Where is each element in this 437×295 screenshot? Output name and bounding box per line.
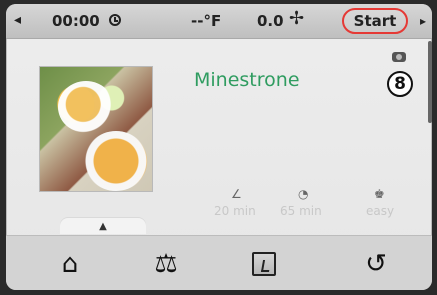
bottom-navigation-bar: ⌂ ⚖ ↺	[6, 235, 432, 290]
total-time-text: 65 min	[280, 204, 322, 218]
fan-icon: ✢	[289, 8, 305, 29]
clock-icon	[109, 14, 121, 26]
chef-hat-icon: ♚	[374, 187, 385, 201]
home-icon: ⌂	[61, 249, 79, 279]
recipe-image	[39, 66, 153, 192]
prep-time-text: 20 min	[214, 204, 256, 218]
recipe-book-icon	[252, 252, 276, 276]
scale-icon: ⚖	[154, 249, 178, 279]
return-button[interactable]: ↺	[356, 250, 396, 278]
time-display: 00:00	[52, 12, 100, 30]
device-screen: ◂ 00:00 --°F 0.0 ✢ Start ▸ Minestrone 8 …	[6, 4, 432, 290]
left-arrow-icon[interactable]: ◂	[14, 12, 21, 28]
camera-icon	[392, 52, 406, 62]
scrollbar[interactable]	[428, 41, 432, 123]
temperature-display: --°F	[191, 12, 222, 30]
right-arrow-icon[interactable]: ▸	[420, 14, 426, 28]
recipe-content: Minestrone 8 ∠ 20 min ◔ 65 min ♚ easy ▲	[6, 39, 432, 235]
start-button[interactable]: Start	[342, 8, 408, 34]
speed-display: 0.0	[257, 12, 284, 30]
step-badge: 8	[387, 71, 413, 97]
difficulty-text: easy	[366, 204, 395, 218]
pull-up-tab[interactable]: ▲	[60, 218, 146, 234]
return-icon: ↺	[365, 249, 387, 279]
scale-button[interactable]: ⚖	[146, 250, 186, 278]
top-status-bar: ◂ 00:00 --°F 0.0 ✢ Start ▸	[6, 4, 432, 39]
recipe-book-button[interactable]	[244, 250, 284, 278]
timer-icon: ◔	[298, 187, 309, 201]
knife-icon: ∠	[231, 187, 242, 201]
recipe-title: Minestrone	[194, 69, 300, 91]
home-button[interactable]: ⌂	[50, 250, 90, 278]
